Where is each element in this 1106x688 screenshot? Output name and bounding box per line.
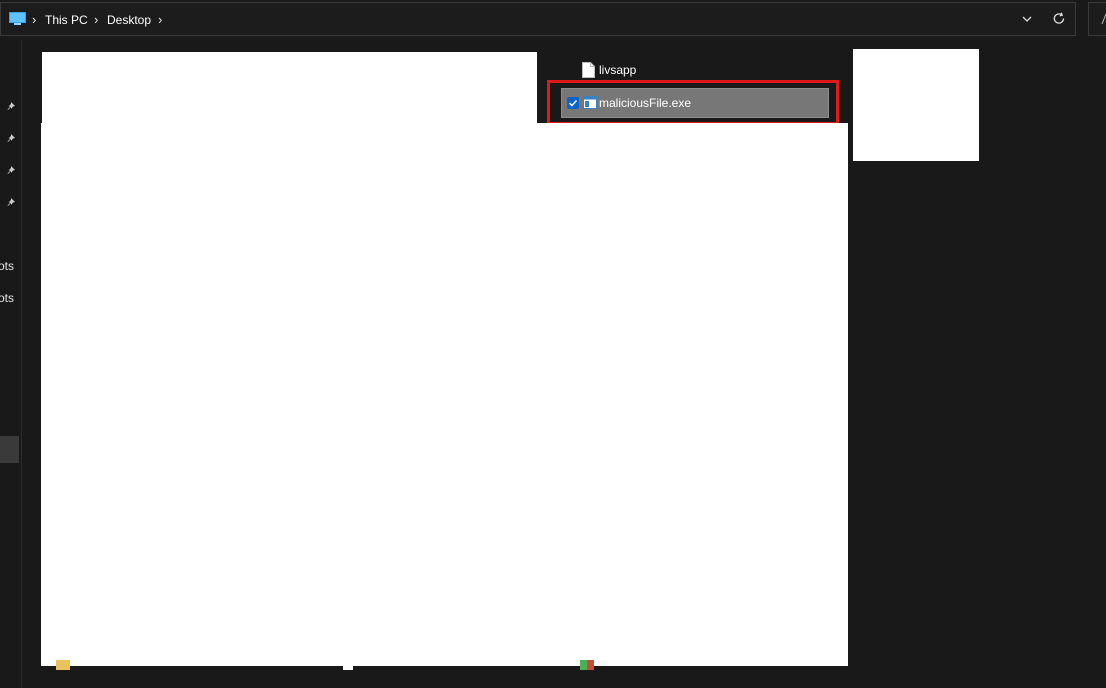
file-name: livsapp bbox=[599, 63, 637, 77]
pin-icon[interactable] bbox=[5, 101, 16, 112]
pin-icon[interactable] bbox=[5, 165, 16, 176]
folder-icon bbox=[56, 660, 70, 670]
nav-item-selected[interactable] bbox=[0, 436, 19, 463]
file-icon bbox=[582, 62, 595, 78]
search-box[interactable] bbox=[1088, 2, 1106, 36]
navigation-pane: ots ots bbox=[0, 40, 20, 688]
file-icon bbox=[343, 660, 353, 670]
chevron-right-icon[interactable]: › bbox=[158, 12, 162, 28]
address-bar[interactable]: › This PC › Desktop › bbox=[0, 2, 1076, 36]
redacted-region bbox=[41, 123, 848, 666]
nav-item-label[interactable]: ots bbox=[0, 259, 14, 273]
chevron-down-icon[interactable] bbox=[1019, 11, 1035, 27]
redacted-region bbox=[42, 52, 537, 124]
file-name: maliciousFile.exe bbox=[599, 96, 692, 110]
chevron-right-icon[interactable]: › bbox=[32, 12, 36, 28]
breadcrumb-this-pc[interactable]: This PC bbox=[45, 12, 88, 28]
pin-icon[interactable] bbox=[5, 133, 16, 144]
partial-list-item[interactable] bbox=[56, 660, 146, 670]
partial-list-item[interactable] bbox=[343, 660, 503, 670]
image-file-icon bbox=[580, 660, 594, 670]
redacted-region bbox=[853, 49, 979, 161]
pin-icon[interactable] bbox=[5, 197, 16, 208]
this-pc-icon bbox=[9, 12, 26, 25]
partial-list-item[interactable] bbox=[580, 660, 660, 670]
breadcrumb-desktop[interactable]: Desktop bbox=[107, 12, 151, 28]
chevron-right-icon[interactable]: › bbox=[94, 12, 98, 28]
search-icon bbox=[1101, 13, 1106, 25]
pane-divider[interactable] bbox=[21, 40, 22, 688]
file-explorer-window: › This PC › Desktop › ots ots livsapp ma… bbox=[0, 0, 1106, 688]
refresh-icon[interactable] bbox=[1051, 11, 1067, 27]
nav-item-label[interactable]: ots bbox=[0, 291, 14, 305]
checkbox-checked-icon[interactable] bbox=[567, 97, 579, 109]
selected-file-item[interactable]: maliciousFile.exe bbox=[561, 88, 829, 118]
exe-icon bbox=[583, 96, 597, 109]
